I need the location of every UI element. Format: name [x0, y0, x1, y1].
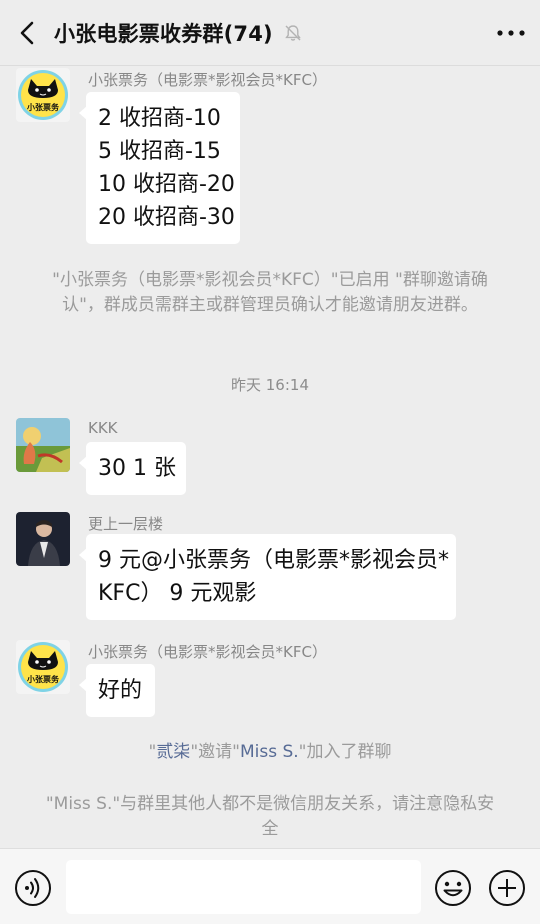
- avatar-gengshang[interactable]: [16, 512, 70, 566]
- person-avatar-icon: [16, 512, 70, 566]
- chat-header: 小张电影票收券群(74): [0, 0, 540, 66]
- system-notice-invite-confirm: "小张票务（电影票*影视会员*KFC）"已启用 "群聊邀请确认"，群成员需群主或…: [52, 270, 488, 315]
- more-dots-icon[interactable]: [494, 20, 528, 46]
- quote-mark: ": [232, 742, 240, 762]
- message-line: 30 1 张: [98, 456, 176, 481]
- bell-off-icon: [285, 25, 301, 41]
- message-bubble[interactable]: 好的: [79, 664, 155, 717]
- message-line: 10 收招商-20: [98, 172, 235, 197]
- chat-title-wrap: 小张电影票收券群(74): [54, 16, 303, 50]
- chat-title: 小张电影票收券群(74): [54, 22, 273, 46]
- message-input[interactable]: [66, 860, 421, 914]
- system-notice-joined: "贰柒"邀请"Miss S."加入了群聊: [40, 740, 500, 765]
- message-line: 5 收招商-15: [98, 139, 221, 164]
- sender-name: 小张票务（电影票*影视会员*KFC）: [88, 643, 327, 661]
- joined-text: 加入了群聊: [306, 742, 392, 762]
- avatar-caption: 小张票务: [27, 103, 59, 112]
- cat-avatar-icon: [16, 640, 70, 694]
- message-bubble[interactable]: 30 1 张: [79, 442, 186, 495]
- sender-name: 更上一层楼: [88, 515, 164, 533]
- cat-avatar-icon: [16, 68, 70, 122]
- message-bubble[interactable]: 2 收招商-10 5 收招商-15 10 收招商-20 20 收招商-30: [79, 92, 240, 244]
- back-icon[interactable]: [14, 18, 42, 48]
- message-line: 9 元@小张票务（电影票*影视会员*: [98, 548, 449, 573]
- system-notice-privacy: "Miss S."与群里其他人都不是微信朋友关系，请注意隐私安全: [45, 794, 495, 839]
- voice-icon[interactable]: [14, 869, 52, 907]
- sender-name: KKK: [88, 419, 118, 437]
- message-line: KFC） 9 元观影: [98, 581, 257, 606]
- sender-name: 小张票务（电影票*影视会员*KFC）: [88, 71, 327, 89]
- message-line: 2 收招商-10: [98, 106, 221, 131]
- emoji-icon[interactable]: [434, 869, 472, 907]
- inviter-name-link[interactable]: 贰柒: [156, 742, 190, 762]
- message-bubble[interactable]: 9 元@小张票务（电影票*影视会员* KFC） 9 元观影: [79, 534, 456, 620]
- avatar-kkk[interactable]: [16, 418, 70, 472]
- chat-message-list[interactable]: 小张票务 小张票务（电影票*影视会员*KFC） 2 收招商-10 5 收招商-1…: [0, 66, 540, 848]
- message-line: 20 收招商-30: [98, 205, 235, 230]
- avatar-xiaozhang[interactable]: 小张票务: [16, 640, 70, 694]
- avatar-xiaozhang[interactable]: 小张票务: [16, 68, 70, 122]
- quote-mark: ": [190, 742, 199, 762]
- quote-mark: ": [298, 742, 307, 762]
- photo-avatar-icon: [16, 418, 70, 472]
- plus-icon[interactable]: [488, 869, 526, 907]
- message-line: 好的: [98, 678, 143, 703]
- timestamp: 昨天 16:14: [231, 376, 309, 394]
- avatar-caption: 小张票务: [27, 675, 59, 684]
- invite-verb: 邀请: [198, 742, 233, 762]
- input-bar: [0, 848, 540, 924]
- invitee-name-link[interactable]: Miss S.: [240, 742, 299, 762]
